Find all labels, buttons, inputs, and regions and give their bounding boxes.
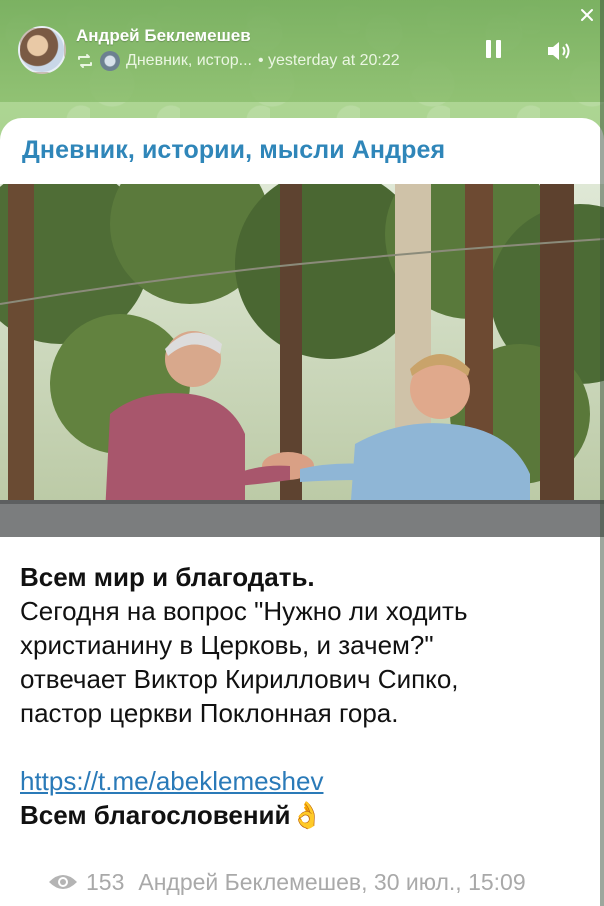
author-avatar[interactable] — [18, 26, 66, 74]
volume-icon[interactable] — [545, 38, 575, 64]
eye-icon — [49, 875, 77, 889]
video-thumbnail — [0, 184, 604, 537]
repeat-icon — [78, 54, 92, 68]
close-icon[interactable] — [578, 6, 596, 24]
view-count: 153 — [86, 868, 125, 895]
pause-icon — [486, 40, 491, 58]
post-signature: Андрей Беклемешев, 30 июл., 15:09 — [138, 868, 526, 895]
channel-title[interactable]: Дневник, истории, мысли Андрея — [22, 136, 445, 165]
text-line: христианину в Церковь, и зачем?" — [20, 630, 434, 660]
video-preview[interactable] — [0, 184, 604, 537]
channel-link[interactable]: https://t.me/abeklemeshev — [20, 766, 323, 796]
greeting-line: Всем мир и благодать. — [20, 562, 315, 592]
text-line: отвечает Виктор Кириллович Сипко, — [20, 664, 459, 694]
ok-hand-icon: 👌 — [290, 800, 323, 830]
source-avatar — [100, 51, 120, 71]
blessing-line: Всем благословений👌 — [20, 798, 595, 832]
window-edge — [600, 0, 604, 906]
message-text: Всем мир и благодать. Сегодня на вопрос … — [20, 560, 595, 832]
message-footer: 153 Андрей Беклемешев, 30 июл., 15:09 — [48, 866, 604, 898]
source-name: Дневник, истор... — [126, 52, 252, 69]
blessing-text: Всем благословений — [20, 800, 291, 830]
text-line: пастор церкви Поклонная гора. — [20, 698, 399, 728]
pause-button[interactable] — [486, 40, 504, 60]
forward-source-row[interactable]: Дневник, истор... • yesterday at 20:22 — [76, 50, 400, 72]
audio-player-bar: Андрей Беклемешев Дневник, истор... • ye… — [0, 0, 604, 102]
text-line: Сегодня на вопрос "Нужно ли ходить — [20, 596, 468, 626]
author-name[interactable]: Андрей Беклемешев — [76, 26, 251, 46]
post-time: • yesterday at 20:22 — [257, 52, 400, 69]
